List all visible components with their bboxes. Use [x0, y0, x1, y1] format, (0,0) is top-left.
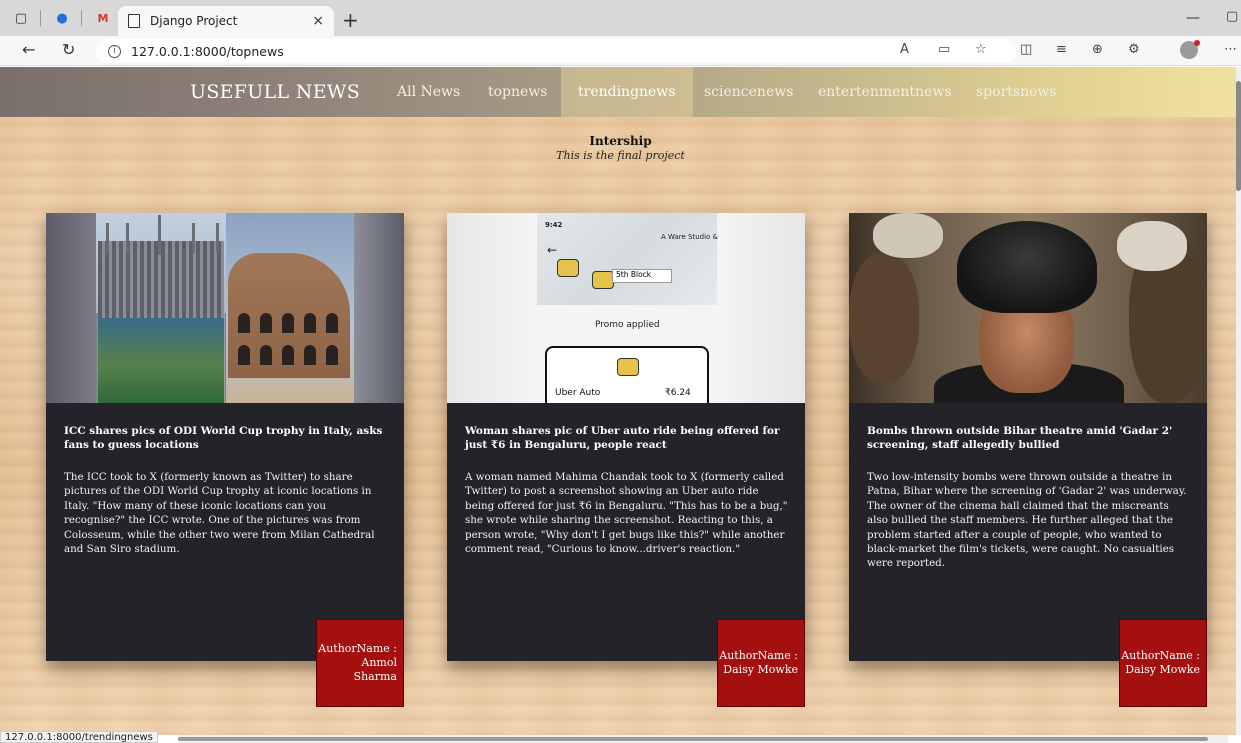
extensions-icon[interactable]: ⚙ [1128, 42, 1140, 57]
refresh-icon[interactable]: ↻ [62, 40, 75, 59]
browser-tab-active[interactable]: Django Project × [118, 6, 334, 36]
document-icon [128, 14, 140, 28]
vertical-scrollbar[interactable] [1236, 67, 1241, 735]
divider [81, 10, 82, 26]
news-image-trophy-italy [46, 213, 404, 403]
more-menu-icon[interactable]: ⋯ [1224, 42, 1237, 57]
minimize-window-icon[interactable]: — [1186, 10, 1200, 26]
nav-link-sportsnews[interactable]: sportsnews [976, 84, 1057, 100]
url-text[interactable]: 127.0.0.1:8000/topnews [131, 44, 284, 59]
new-tab-button[interactable]: + [342, 8, 359, 32]
image-text-time: 9:42 [545, 221, 563, 229]
tab-actions-icon[interactable]: ▢ [10, 7, 32, 29]
back-icon[interactable]: ← [22, 40, 35, 59]
hero-title: Intership [589, 134, 652, 148]
news-image-gadar-2 [849, 213, 1207, 403]
news-card[interactable]: Bombs thrown outside Bihar theatre amid … [849, 213, 1207, 707]
news-headline[interactable]: Bombs thrown outside Bihar theatre amid … [867, 424, 1189, 452]
author-name: Anmol Sharma [353, 655, 397, 684]
site-brand[interactable]: USEFULL NEWS [190, 81, 360, 103]
nav-link-trendingnews[interactable]: trendingnews [561, 67, 693, 117]
author-badge: AuthorName : Anmol Sharma [316, 619, 404, 707]
image-text-ride: Uber Auto [555, 388, 601, 398]
news-image-uber-screenshot: 9:42 A Ware Studio & ← 5th Block Promo a… [447, 213, 805, 403]
nav-link-topnews[interactable]: topnews [488, 84, 548, 100]
image-back-arrow-icon: ← [547, 243, 558, 257]
news-description: Two low-intensity bombs were thrown outs… [867, 471, 1187, 570]
author-name: Daisy Mowke [723, 663, 798, 676]
image-text-block: 5th Block [612, 269, 672, 283]
favorites-icon[interactable]: ≡ [1056, 42, 1067, 57]
immersive-reader-icon[interactable]: ▭ [938, 42, 950, 57]
image-text-promo: Promo applied [595, 320, 660, 330]
gmail-icon[interactable]: M [92, 7, 114, 29]
tab-close-icon[interactable]: × [312, 13, 324, 29]
tab-title: Django Project [150, 14, 238, 28]
author-badge: AuthorName : Daisy Mowke [1119, 619, 1207, 707]
collections-icon[interactable]: ⊕ [1092, 42, 1103, 57]
author-label: AuthorName : [1121, 648, 1200, 662]
nav-link-entertenmentnews[interactable]: entertenmentnews [818, 84, 952, 100]
news-headline[interactable]: Woman shares pic of Uber auto ride being… [465, 424, 787, 452]
hero-subtitle: This is the final project [556, 149, 685, 162]
notification-dot [1194, 40, 1200, 46]
page-viewport: USEFULL NEWS All News topnews trendingne… [0, 67, 1236, 735]
author-label: AuthorName : [719, 648, 798, 662]
horizontal-scrollbar[interactable] [178, 735, 1228, 743]
image-text-price: ₹6.24 [665, 388, 691, 398]
author-name: Daisy Mowke [1125, 663, 1200, 676]
copilot-icon[interactable]: ● [51, 7, 73, 29]
status-bar-url: 127.0.0.1:8000/trendingnews [0, 731, 158, 743]
nav-link-all-news[interactable]: All News [397, 84, 460, 100]
news-card[interactable]: 9:42 A Ware Studio & ← 5th Block Promo a… [447, 213, 805, 707]
url-field[interactable]: i 127.0.0.1:8000/topnews [96, 39, 1016, 63]
news-card[interactable]: ICC shares pics of ODI World Cup trophy … [46, 213, 404, 707]
news-description: A woman named Mahima Chandak took to X (… [465, 471, 788, 556]
split-screen-icon[interactable]: ◫ [1020, 42, 1032, 57]
site-navbar: USEFULL NEWS All News topnews trendingne… [0, 67, 1236, 117]
read-aloud-icon[interactable]: A [900, 42, 909, 57]
nav-link-sciencenews[interactable]: sciencenews [704, 84, 793, 100]
divider [40, 10, 41, 26]
author-label: AuthorName : [318, 641, 397, 655]
news-headline[interactable]: ICC shares pics of ODI World Cup trophy … [64, 424, 386, 452]
favorite-star-icon[interactable]: ☆ [975, 42, 987, 57]
author-badge: AuthorName : Daisy Mowke [717, 619, 805, 707]
address-bar-row: ← ↻ i 127.0.0.1:8000/topnews A ▭ ☆ ◫ ≡ ⊕… [0, 36, 1241, 66]
news-description: The ICC took to X (formerly known as Twi… [64, 471, 375, 556]
restore-window-icon[interactable]: ▢ [1226, 9, 1238, 24]
image-text-place: A Ware Studio & [661, 233, 719, 241]
site-info-icon[interactable]: i [108, 44, 121, 58]
